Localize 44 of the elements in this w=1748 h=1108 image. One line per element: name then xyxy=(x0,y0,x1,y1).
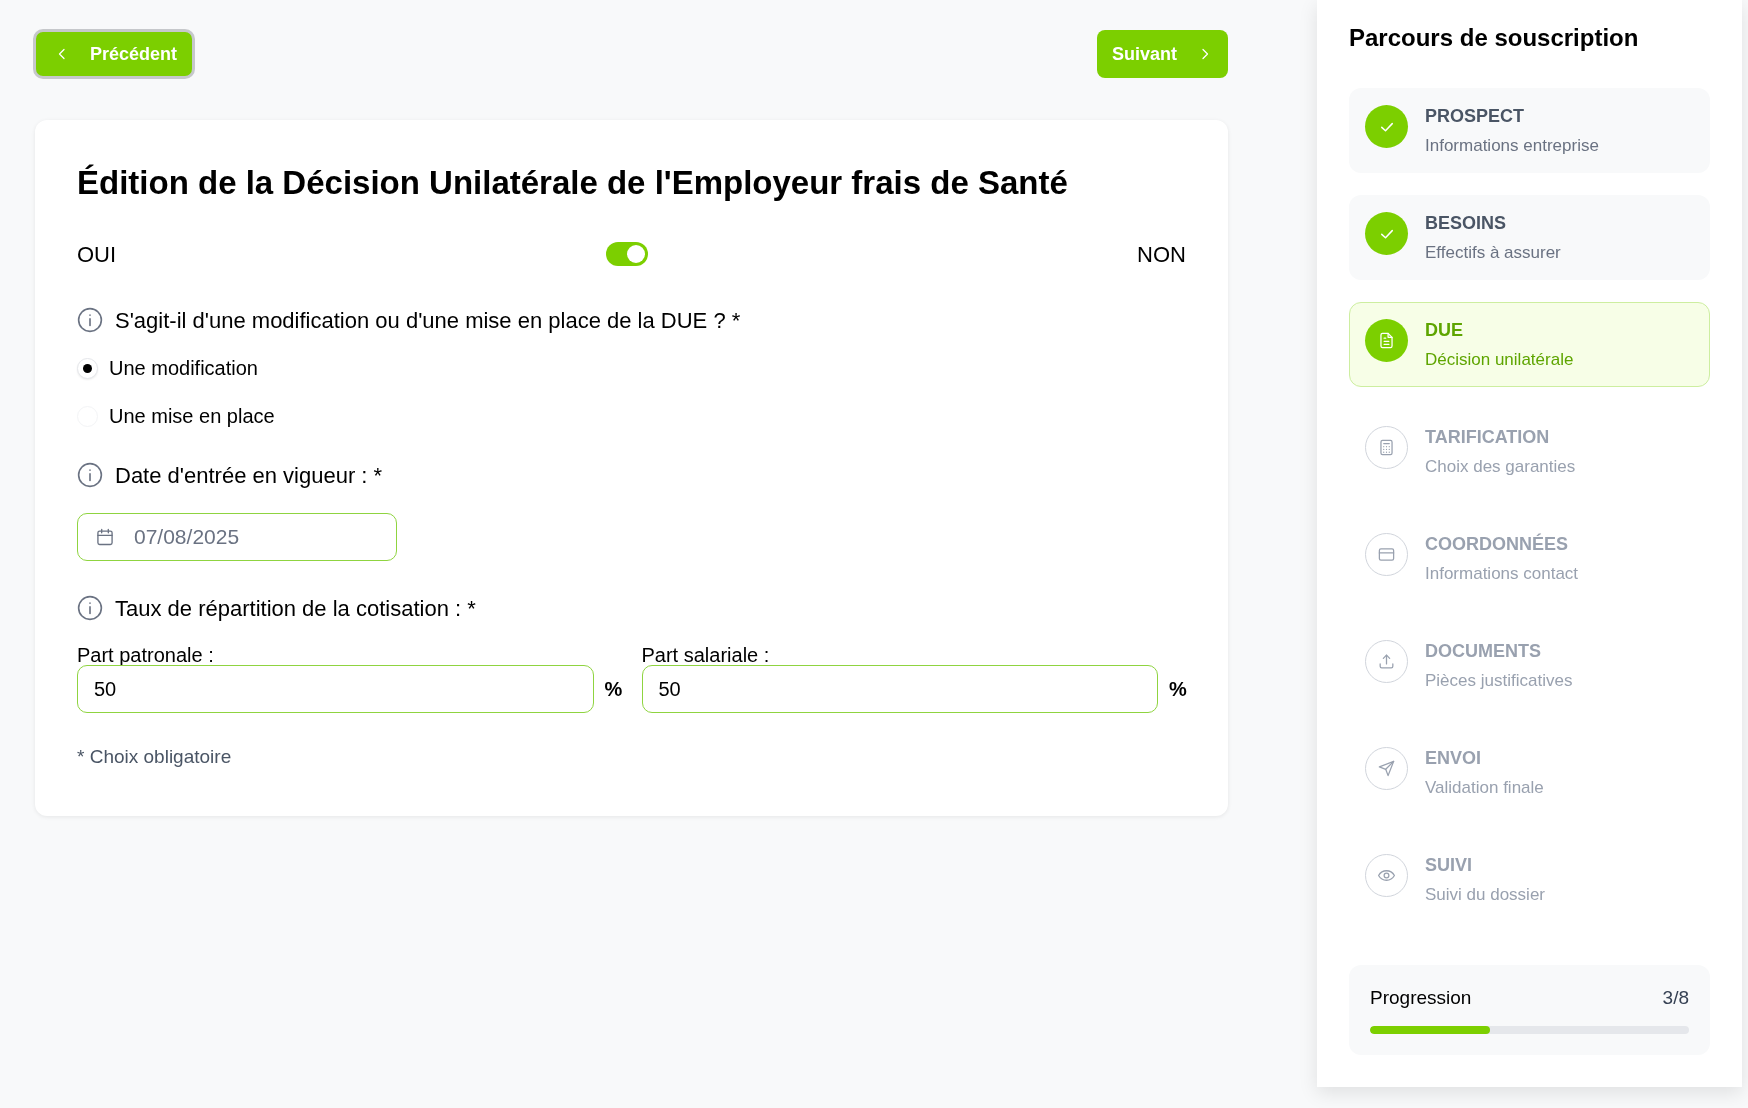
progress-label: Progression xyxy=(1370,985,1472,1010)
step-title: SUIVI xyxy=(1425,854,1473,876)
radio-option[interactable]: Une modification xyxy=(77,356,258,380)
step-subtitle: Choix des garanties xyxy=(1425,456,1576,478)
step-subtitle: Effectifs à assurer xyxy=(1425,242,1561,264)
step-subtitle: Informations contact xyxy=(1425,563,1579,585)
toggle-switch[interactable] xyxy=(605,242,648,266)
step-title: ENVOI xyxy=(1425,747,1482,769)
step-title: PROSPECT xyxy=(1425,105,1526,127)
field-label: Part salariale : xyxy=(641,645,770,665)
chevron-right-icon xyxy=(1199,47,1211,61)
form-title: Édition de la Décision Unilatérale de l'Employeur frais de Santé xyxy=(77,165,1069,201)
step-card[interactable]: BESOINS Effectifs à assurer xyxy=(1349,195,1710,280)
question-label: S'agit-il d'une modification ou d'une mise en place de la DUE ? * xyxy=(115,306,741,335)
unit-label: % xyxy=(1169,677,1186,702)
info-icon xyxy=(77,595,103,621)
step-title: COORDONNÉES xyxy=(1425,533,1569,555)
required-note: * Choix obligatoire xyxy=(77,746,232,768)
step-title: DUE xyxy=(1425,319,1464,341)
chevron-left-icon xyxy=(56,47,68,61)
sidebar-title: Parcours de souscription xyxy=(1349,24,1640,52)
progress-count: 3/8 xyxy=(1662,985,1689,1010)
step-title: TARIFICATION xyxy=(1425,426,1551,448)
step-title: BESOINS xyxy=(1425,212,1508,234)
percent-field[interactable]: 50 xyxy=(641,665,1158,713)
percent-field[interactable]: 50 xyxy=(77,665,594,713)
field-label: Part patronale : xyxy=(77,645,214,665)
option-label: NON xyxy=(1137,240,1186,269)
step-subtitle: Décision unilatérale xyxy=(1425,349,1574,371)
calendar-icon xyxy=(95,527,115,547)
step-subtitle: Suivi du dossier xyxy=(1425,884,1545,906)
step-card[interactable]: PROSPECT Informations entreprise xyxy=(1349,88,1710,173)
question-label: Date d'entrée en vigueur : * xyxy=(115,461,383,490)
question-label: Taux de répartition de la cotisation : * xyxy=(115,594,476,623)
option-label: OUI xyxy=(77,240,117,269)
step-subtitle: Validation finale xyxy=(1425,777,1544,799)
radio-option[interactable]: Une mise en place xyxy=(77,404,275,428)
date-field[interactable]: 07/08/2025 xyxy=(77,513,397,561)
info-icon xyxy=(77,462,103,488)
unit-label: % xyxy=(604,677,622,702)
step-subtitle: Informations entreprise xyxy=(1425,135,1599,157)
step-subtitle: Pièces justificatives xyxy=(1425,670,1573,692)
step-title: DOCUMENTS xyxy=(1425,640,1542,662)
info-icon xyxy=(77,307,103,333)
